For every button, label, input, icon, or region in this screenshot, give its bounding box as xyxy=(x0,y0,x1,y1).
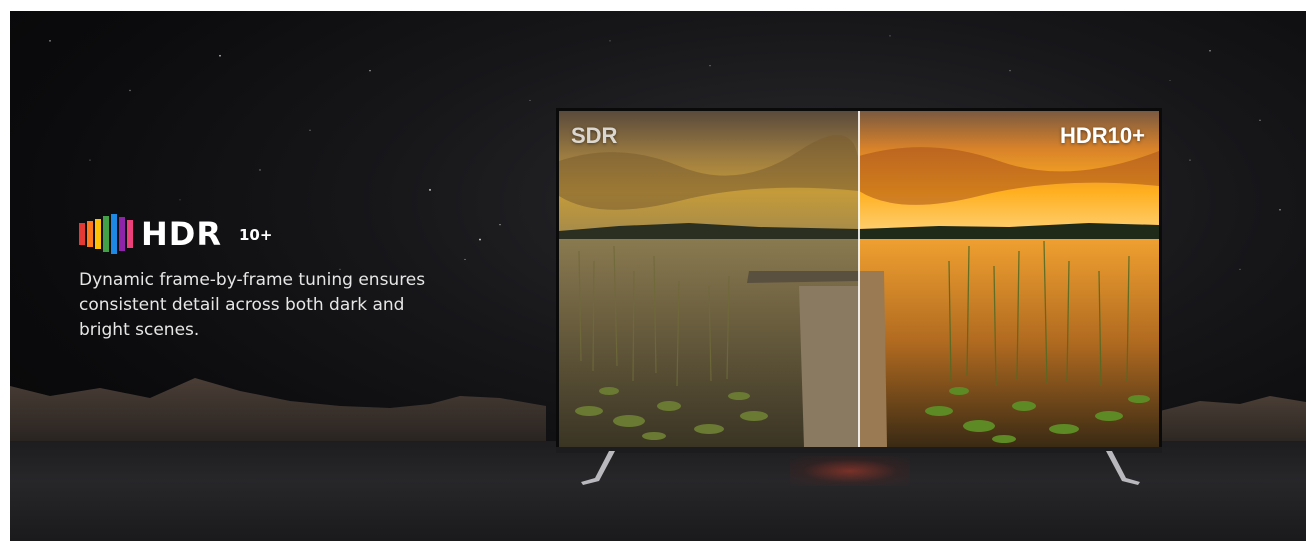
sdr-label: SDR xyxy=(571,123,618,148)
hdr10plus-label: HDR10+ xyxy=(1060,123,1145,148)
tv-display: SDR HDR10+ xyxy=(556,108,1162,453)
feature-description: Dynamic frame-by-frame tuning ensures co… xyxy=(79,270,426,340)
hdr-lake-scene xyxy=(859,111,1159,447)
logo-color-bar xyxy=(87,221,93,247)
tv-stand-right xyxy=(1106,451,1140,485)
logo-wordmark: HDR xyxy=(141,215,222,253)
page-frame: HDR 10+ Dynamic frame-by-frame tuning en… xyxy=(0,0,1311,541)
logo-color-bar xyxy=(79,223,85,245)
comparison-divider xyxy=(858,111,860,447)
tv-screen: SDR HDR10+ xyxy=(559,111,1159,447)
logo-suffix: 10+ xyxy=(239,226,273,244)
sdr-lake-scene xyxy=(559,111,859,447)
tv-bottom-bezel xyxy=(556,447,1162,453)
logo-color-bar xyxy=(103,216,109,252)
hdr10plus-comparison-image xyxy=(859,111,1159,447)
floor-light-reflection xyxy=(790,456,910,486)
logo-color-bar xyxy=(95,219,101,249)
logo-color-bar xyxy=(111,214,117,254)
tv-stand-left xyxy=(581,451,615,485)
color-bars-icon xyxy=(79,214,133,254)
logo-color-bar xyxy=(127,220,133,248)
sdr-comparison-image xyxy=(559,111,859,447)
hdr10plus-logo: HDR 10+ xyxy=(79,211,299,257)
hdr10-feature-banner: HDR 10+ Dynamic frame-by-frame tuning en… xyxy=(10,11,1306,541)
logo-color-bar xyxy=(119,217,125,251)
